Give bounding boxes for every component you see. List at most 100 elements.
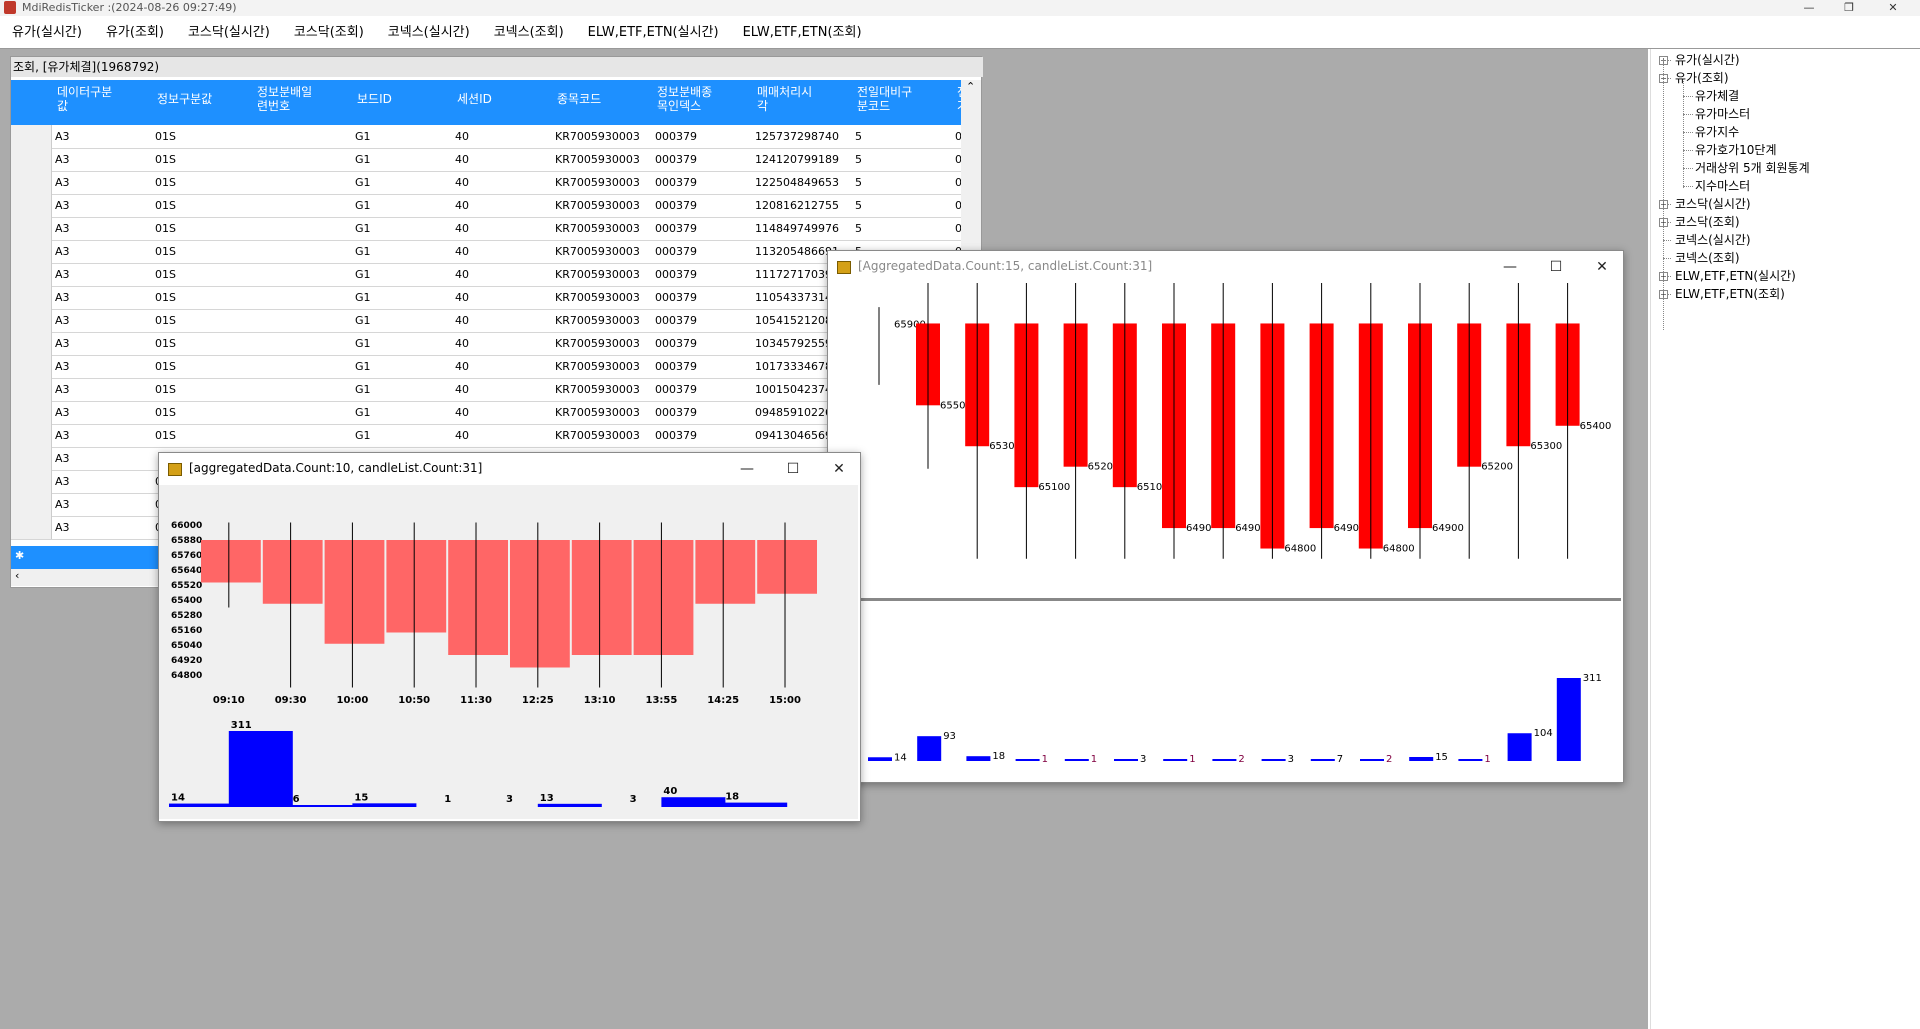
table-cell[interactable]: G1 (355, 199, 371, 212)
table-cell[interactable]: A3 (55, 314, 70, 327)
menu-item[interactable]: ELW,ETF,ETN(실시간) (576, 16, 731, 50)
column-header[interactable]: 매매처리시 각 (757, 85, 812, 113)
table-cell[interactable]: 122504849653 (755, 176, 839, 189)
table-cell[interactable]: A3 (55, 475, 70, 488)
table-cell[interactable]: KR7005930003 (555, 130, 640, 143)
table-cell[interactable]: G1 (355, 383, 371, 396)
table-cell[interactable]: A3 (55, 406, 70, 419)
row-header[interactable] (11, 470, 52, 493)
table-row[interactable]: A3 01S G1 40 KR7005930003 000379 124120799189 5… (11, 148, 961, 172)
table-cell[interactable]: 01S (155, 429, 176, 442)
table-cell[interactable]: 114849749976 (755, 222, 839, 235)
menu-item[interactable]: 코넥스(실시간) (376, 16, 482, 50)
table-row[interactable]: A3 01S G1 40 KR7005930003 000379 094859102264 (11, 401, 961, 425)
table-cell[interactable]: KR7005930003 (555, 337, 640, 350)
table-cell[interactable]: A3 (55, 268, 70, 281)
table-cell[interactable]: 40 (455, 245, 469, 258)
row-header[interactable] (11, 447, 52, 470)
table-cell[interactable]: 000379 (655, 314, 697, 327)
table-cell[interactable]: 01S (155, 337, 176, 350)
table-cell[interactable]: 125737298740 (755, 130, 839, 143)
tree-node[interactable]: 유가호가10단계 (1695, 141, 1777, 159)
table-cell[interactable]: G1 (355, 222, 371, 235)
table-cell[interactable]: G1 (355, 245, 371, 258)
row-header[interactable] (11, 332, 52, 355)
table-cell[interactable]: 01S (155, 222, 176, 235)
table-cell[interactable]: 01S (155, 383, 176, 396)
table-cell[interactable]: G1 (355, 153, 371, 166)
minimize-button[interactable]: — (1789, 0, 1829, 16)
row-header[interactable] (11, 493, 52, 516)
table-cell[interactable]: 5 (855, 153, 862, 166)
table-cell[interactable]: KR7005930003 (555, 314, 640, 327)
table-row[interactable]: A3 01S G1 40 KR7005930003 000379 125737298740 5… (11, 125, 961, 149)
table-cell[interactable]: KR7005930003 (555, 291, 640, 304)
table-cell[interactable]: G1 (355, 337, 371, 350)
row-header[interactable] (11, 286, 52, 309)
table-cell[interactable]: A3 (55, 521, 70, 534)
row-header[interactable] (11, 263, 52, 286)
table-cell[interactable]: 01S (155, 360, 176, 373)
table-row[interactable]: A3 01S G1 40 KR7005930003 000379 100150423743 (11, 378, 961, 402)
tree-node[interactable]: 유가지수 (1695, 123, 1739, 141)
table-row[interactable]: A3 01S G1 40 KR7005930003 000379 111727170396 (11, 263, 961, 287)
table-cell[interactable]: 5 (855, 222, 862, 235)
menu-item[interactable]: 코스닥(실시간) (176, 16, 282, 50)
table-cell[interactable]: 40 (455, 291, 469, 304)
table-cell[interactable]: 000379 (655, 153, 697, 166)
menu-item[interactable]: ELW,ETF,ETN(조회) (731, 16, 874, 50)
small-chart-close-button[interactable]: ✕ (825, 459, 853, 479)
row-header[interactable] (11, 217, 52, 240)
table-cell[interactable]: KR7005930003 (555, 199, 640, 212)
column-header[interactable]: 보드ID (357, 92, 392, 106)
table-cell[interactable]: 000379 (655, 429, 697, 442)
table-cell[interactable]: G1 (355, 291, 371, 304)
table-cell[interactable]: KR7005930003 (555, 383, 640, 396)
scroll-up-icon[interactable]: ⌃ (966, 80, 975, 93)
row-header[interactable] (11, 125, 52, 148)
table-cell[interactable]: KR7005930003 (555, 245, 640, 258)
column-header[interactable]: 정보구분값 (157, 92, 212, 106)
table-cell[interactable]: A3 (55, 360, 70, 373)
table-cell[interactable]: KR7005930003 (555, 268, 640, 281)
tree-node[interactable]: ELW,ETF,ETN(조회) (1675, 285, 1785, 303)
row-header[interactable] (11, 148, 52, 171)
table-cell[interactable]: 000379 (655, 291, 697, 304)
table-cell[interactable]: 000379 (655, 245, 697, 258)
table-cell[interactable]: G1 (355, 429, 371, 442)
table-cell[interactable]: 000379 (655, 176, 697, 189)
tree-node[interactable]: 유가체결 (1695, 87, 1739, 105)
table-cell[interactable]: 120816212755 (755, 199, 839, 212)
row-header[interactable] (11, 424, 52, 447)
table-cell[interactable]: 000379 (655, 268, 697, 281)
row-header[interactable] (11, 401, 52, 424)
table-cell[interactable]: A3 (55, 130, 70, 143)
table-cell[interactable]: 40 (455, 360, 469, 373)
table-row[interactable]: A3 01S G1 40 KR7005930003 000379 105415212086 (11, 309, 961, 333)
table-row[interactable]: A3 01S G1 40 KR7005930003 000379 103457925597 (11, 332, 961, 356)
table-row[interactable]: A3 01S G1 40 KR7005930003 000379 101733346789 (11, 355, 961, 379)
tree-node[interactable]: ELW,ETF,ETN(실시간) (1675, 267, 1796, 285)
tree-node[interactable]: 코스닥(실시간) (1675, 195, 1751, 213)
row-header[interactable] (11, 309, 52, 332)
row-header[interactable] (11, 516, 52, 539)
table-cell[interactable]: KR7005930003 (555, 176, 640, 189)
table-cell[interactable]: 40 (455, 406, 469, 419)
table-cell[interactable]: KR7005930003 (555, 406, 640, 419)
table-cell[interactable]: A3 (55, 291, 70, 304)
table-cell[interactable]: 000379 (655, 406, 697, 419)
table-cell[interactable]: KR7005930003 (555, 360, 640, 373)
table-cell[interactable]: 40 (455, 176, 469, 189)
table-cell[interactable]: 40 (455, 429, 469, 442)
table-cell[interactable]: 40 (455, 153, 469, 166)
column-header[interactable]: 정보분배일 련번호 (257, 85, 312, 113)
large-chart-minimize-button[interactable]: — (1496, 257, 1524, 277)
tree-node[interactable]: 코넥스(실시간) (1675, 231, 1751, 249)
menu-item[interactable]: 코넥스(조회) (482, 16, 576, 50)
table-cell[interactable]: KR7005930003 (555, 222, 640, 235)
column-header[interactable]: 종목코드 (557, 92, 601, 106)
column-header[interactable]: 세션ID (457, 92, 492, 106)
table-row[interactable]: A3 01S G1 40 KR7005930003 000379 114849749976 5… (11, 217, 961, 241)
table-cell[interactable]: G1 (355, 360, 371, 373)
table-cell[interactable]: 40 (455, 130, 469, 143)
